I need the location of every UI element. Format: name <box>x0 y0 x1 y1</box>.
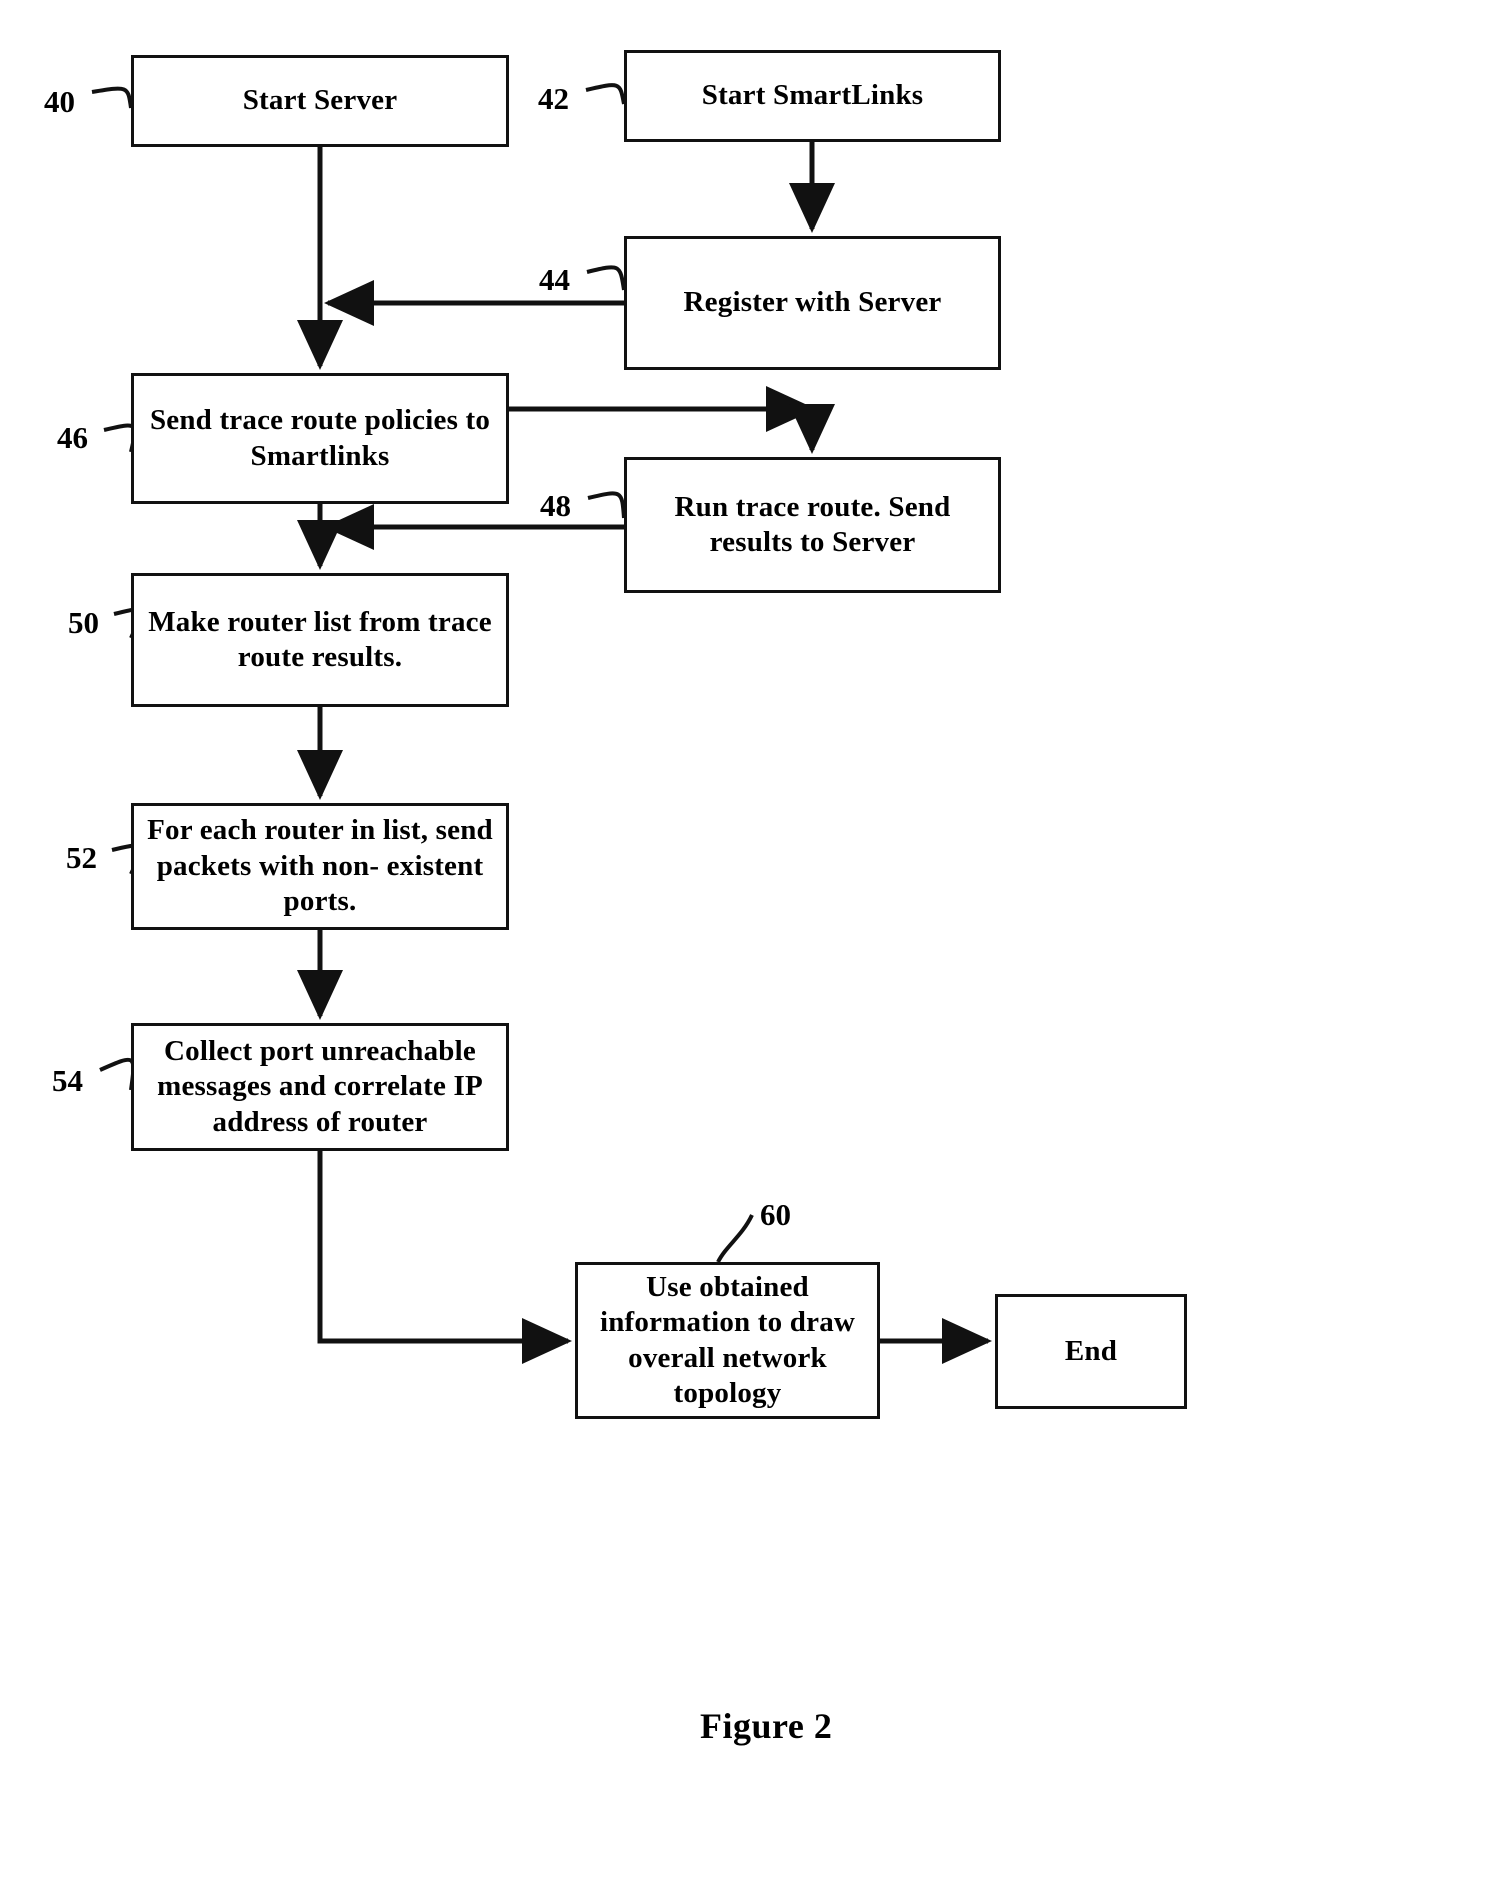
figure-canvas: Start Server 40 Start SmartLinks 42 Regi… <box>0 0 1497 1901</box>
node-run-trace-route-label: Run trace route. Send results to Server <box>674 490 951 558</box>
node-start-smartlinks-label: Start SmartLinks <box>701 79 924 112</box>
ref-label-46: 46 <box>57 420 88 455</box>
node-register-with-server[interactable]: Register with Server <box>624 236 1001 370</box>
ref-label-40: 40 <box>44 84 75 119</box>
node-send-packets-nonexistent-ports-label: For each router in list, send packets wi… <box>147 814 493 918</box>
node-start-server[interactable]: Start Server <box>131 55 509 147</box>
leader-48 <box>587 491 626 519</box>
leader-40 <box>91 86 133 109</box>
node-start-server-label: Start Server <box>242 84 398 117</box>
node-draw-network-topology-label: Use obtained information to draw overall… <box>599 1270 856 1409</box>
ref-label-44: 44 <box>539 262 570 297</box>
node-register-with-server-label: Register with Server <box>683 286 942 319</box>
ref-label-52: 52 <box>66 840 97 875</box>
node-collect-port-unreachable-label: Collect port unreachable messages and co… <box>157 1034 483 1138</box>
node-send-trace-route-policies[interactable]: Send trace route policies to Smartlinks <box>131 373 509 504</box>
node-send-trace-route-policies-label: Send trace route policies to Smartlinks <box>149 404 491 472</box>
leader-54 <box>99 1057 136 1091</box>
leader-60 <box>716 1214 754 1263</box>
node-start-smartlinks[interactable]: Start SmartLinks <box>624 50 1001 142</box>
ref-label-48: 48 <box>540 488 571 523</box>
node-send-packets-nonexistent-ports[interactable]: For each router in list, send packets wi… <box>131 803 509 930</box>
node-draw-network-topology[interactable]: Use obtained information to draw overall… <box>575 1262 880 1419</box>
node-end-label: End <box>1064 1334 1118 1367</box>
connector-send-policies-to-run-trace-route <box>509 386 835 455</box>
ref-label-42: 42 <box>538 81 569 116</box>
leader-44 <box>586 265 626 291</box>
node-collect-port-unreachable[interactable]: Collect port unreachable messages and co… <box>131 1023 509 1151</box>
node-run-trace-route[interactable]: Run trace route. Send results to Server <box>624 457 1001 593</box>
node-make-router-list[interactable]: Make router list from trace route result… <box>131 573 509 707</box>
figure-caption: Figure 2 <box>700 1706 833 1746</box>
leader-42 <box>585 83 626 105</box>
ref-label-54: 54 <box>52 1063 83 1098</box>
ref-label-60: 60 <box>760 1197 791 1232</box>
ref-label-50: 50 <box>68 605 99 640</box>
node-make-router-list-label: Make router list from trace route result… <box>148 605 492 673</box>
node-end[interactable]: End <box>995 1294 1187 1409</box>
connector-collect-to-draw-topology <box>317 1151 573 1364</box>
